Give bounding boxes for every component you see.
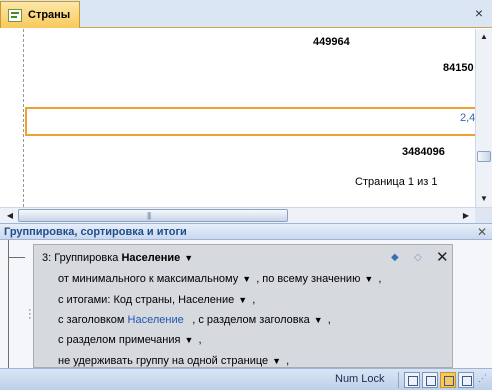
grouping-pane-header: Группировка, сортировка и итоги ✕ [0,223,492,240]
report-value: 3484096 [402,146,445,158]
group-level-3[interactable]: 3: Группировка Население ▼ ◆ ◇ ✕ от миним… [33,244,453,368]
horizontal-scrollbar[interactable]: ◀ ▶ [0,207,492,224]
close-icon[interactable]: × [472,6,486,20]
chevron-down-icon[interactable] [188,315,191,325]
group-on-select[interactable]: , по всему значению [256,273,360,285]
drag-handle-icon[interactable]: · · · [28,305,32,324]
report-value: 84150 [443,62,474,74]
page-indicator: Страница 1 из 1 [355,176,438,188]
selected-group-section[interactable] [25,107,475,136]
keep-together-line: не удерживать группу на одной странице ▼ … [58,355,289,367]
separator-comma: , [286,355,290,367]
vertical-scrollbar[interactable]: ▲ ▼ [475,29,492,207]
grouping-pane-title: Группировка, сортировка и итоги [4,226,187,238]
report-value: 449964 [313,36,350,48]
grouping-pane: · · · 3: Группировка Население ▼ ◆ ◇ ✕ от м… [0,240,492,368]
print-preview-icon[interactable] [422,372,438,388]
group-header-line: 3: Группировка Население ▼ [42,252,195,264]
move-down-icon[interactable]: ◇ [414,251,422,265]
tab-label: Страны [28,9,71,21]
totals-line: с итогами: Код страны, Население ▼ , [58,294,255,306]
group-level-prefix: 3: Группировка [42,252,119,264]
report-view-icon[interactable] [404,372,420,388]
header-prefix: с заголовком [58,314,125,326]
move-up-icon[interactable]: ◆ [391,251,399,265]
separator-comma: , [378,273,382,285]
tab-strany[interactable]: Страны [0,1,80,28]
design-view-icon[interactable] [458,372,474,388]
totals-select[interactable]: с итогами: Код страны, Население [58,294,234,306]
resize-grip-icon[interactable]: ⋰ [478,374,487,383]
numlock-indicator: Num Lock [335,373,385,385]
header-line: с заголовком Население , с разделом заго… [58,314,331,326]
chevron-down-icon[interactable]: ▼ [272,356,281,366]
chevron-down-icon[interactable]: ▼ [364,274,373,284]
chevron-down-icon[interactable]: ▼ [238,295,247,305]
header-section-select[interactable]: , с разделом заголовка [192,314,310,326]
report-form-icon [8,8,22,22]
report-left-margin [0,29,24,207]
scroll-down-icon[interactable]: ▼ [476,191,492,207]
group-field-select[interactable]: Население [121,252,180,264]
separator-comma: , [252,294,256,306]
document-tab-strip: Страны × [0,0,492,28]
chevron-down-icon[interactable]: ▼ [314,315,323,325]
horizontal-scroll-thumb[interactable] [18,209,288,222]
scrollbar-corner [475,208,492,224]
header-field-link[interactable]: Население [128,314,184,326]
footer-section-select[interactable]: с разделом примечания [58,334,180,346]
scroll-left-icon[interactable]: ◀ [2,208,18,224]
footer-line: с разделом примечания ▼ , [58,334,202,346]
chevron-down-icon[interactable]: ▼ [184,253,193,263]
report-canvas[interactable]: 449964 84150 2,4 3484096 Страница 1 из 1 [0,29,475,207]
report-value: 2,4 [460,112,475,124]
status-separator [398,372,399,388]
sort-order-line: от минимального к максимальному ▼ , по вс… [58,273,381,285]
separator-comma: , [327,314,331,326]
sort-order-select[interactable]: от минимального к максимальному [58,273,238,285]
layout-view-icon[interactable] [440,372,456,388]
keep-together-select[interactable]: не удерживать группу на одной странице [58,355,268,367]
scroll-right-icon[interactable]: ▶ [458,208,474,224]
close-pane-icon[interactable]: ✕ [477,225,487,239]
separator-comma: , [198,334,202,346]
delete-icon[interactable]: ✕ [436,250,449,265]
status-bar: Num Lock ⋰ [0,368,492,390]
vertical-scroll-thumb[interactable] [477,151,491,162]
chevron-down-icon[interactable]: ▼ [184,335,193,345]
chevron-down-icon[interactable]: ▼ [242,274,251,284]
scroll-up-icon[interactable]: ▲ [476,29,492,45]
tree-connector [8,240,25,368]
